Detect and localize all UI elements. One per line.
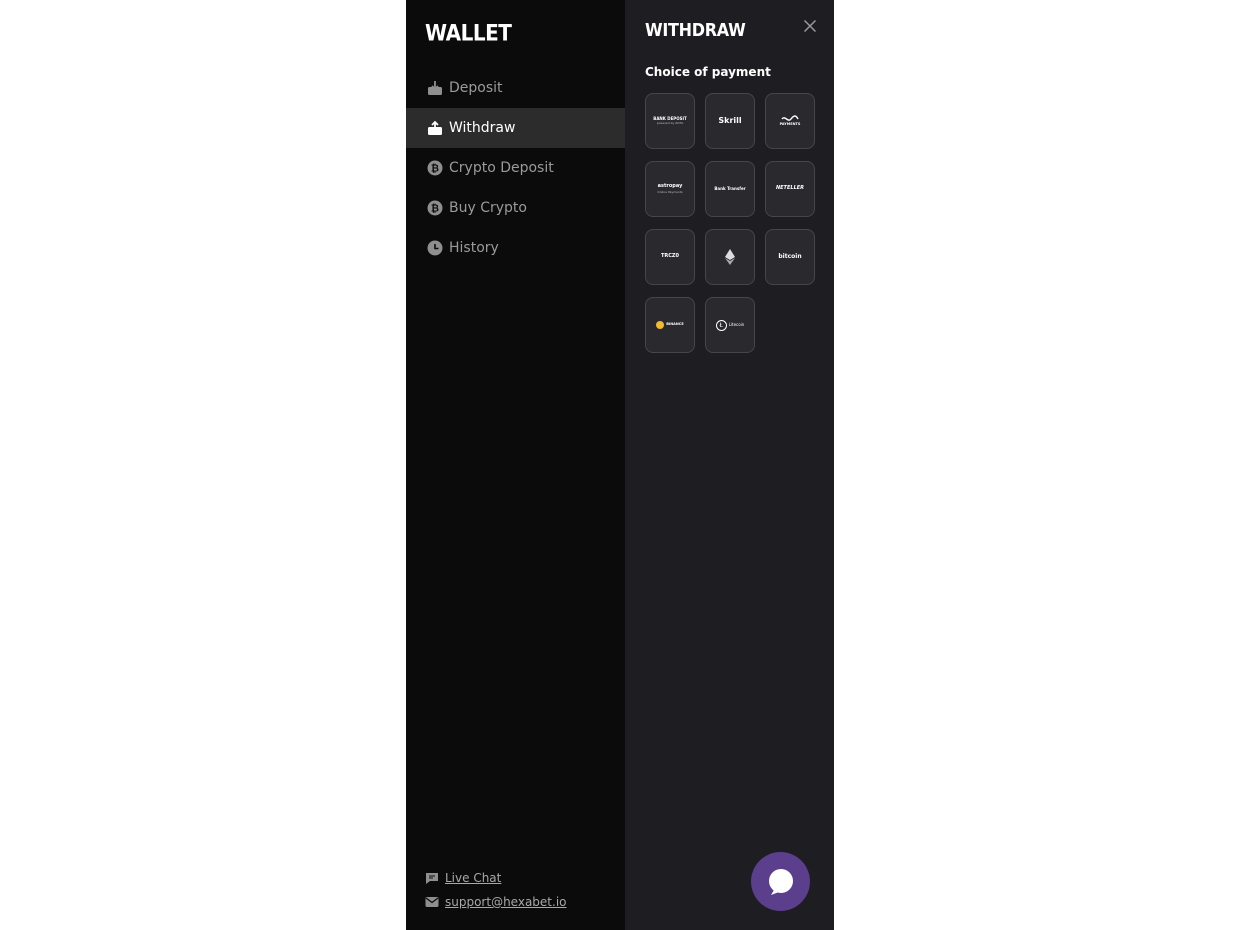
chat-icon	[768, 868, 793, 895]
svg-text:₿: ₿	[430, 163, 438, 175]
wallet-sidebar: WALLET Deposit Withdraw ₿ Crypto Deposit	[406, 0, 625, 930]
payment-method-astropay[interactable]: astropay Online Payments	[645, 161, 695, 217]
withdraw-icon	[426, 120, 443, 137]
payment-method-logo: NETELLER	[775, 185, 805, 192]
binance-coin-icon	[656, 321, 665, 329]
payment-method-neteller[interactable]: NETELLER	[765, 161, 815, 217]
payment-method-payments[interactable]: PAYMENTS	[765, 93, 815, 149]
sidebar-item-withdraw[interactable]: Withdraw	[406, 108, 625, 148]
payment-method-logo: Bank Transfer	[714, 185, 746, 191]
sidebar-item-crypto-deposit[interactable]: ₿ Crypto Deposit	[406, 148, 625, 188]
payment-method-logo: TRCZ0	[660, 253, 680, 260]
sidebar-item-label: Deposit	[449, 80, 503, 96]
page-title: WITHDRAW	[645, 19, 746, 41]
support-email-label: support@hexabet.io	[445, 895, 567, 909]
payment-method-logo: PAYMENTS	[779, 122, 801, 127]
payment-method-sub: powered by ZOTA	[656, 121, 684, 126]
payment-method-logo: Skrill	[718, 115, 742, 125]
payment-method-bitcoin[interactable]: bitcoin	[765, 229, 815, 285]
support-email-link[interactable]: support@hexabet.io	[425, 890, 567, 914]
chat-bubble-icon	[425, 871, 439, 885]
sidebar-item-label: Withdraw	[449, 120, 516, 136]
payment-method-bank-deposit[interactable]: BANK DEPOSIT powered by ZOTA	[645, 93, 695, 149]
sidebar-item-history[interactable]: History	[406, 228, 625, 268]
payment-method-logo: bitcoin	[778, 252, 802, 260]
support-links: Live Chat support@hexabet.io	[425, 866, 567, 914]
payment-method-logo: BINANCE	[666, 322, 684, 327]
withdraw-panel: WITHDRAW Choice of payment BANK DEPOSIT …	[625, 0, 834, 930]
litecoin-icon: Ł	[715, 319, 727, 331]
payment-method-bank-transfer[interactable]: Bank Transfer	[705, 161, 755, 217]
sidebar-item-deposit[interactable]: Deposit	[406, 68, 625, 108]
payment-method-sub: Online Payments	[657, 189, 683, 194]
sidebar-item-label: Buy Crypto	[449, 200, 527, 216]
live-chat-label: Live Chat	[445, 871, 502, 885]
sidebar-item-label: Crypto Deposit	[449, 160, 554, 176]
payment-method-logo: Litecoin	[728, 321, 745, 327]
wallet-menu: Deposit Withdraw ₿ Crypto Deposit ₿ Buy …	[406, 68, 625, 268]
ethereum-icon	[725, 249, 735, 265]
payment-method-trczo[interactable]: TRCZ0	[645, 229, 695, 285]
bitcoin-icon: ₿	[426, 200, 443, 217]
payment-method-litecoin[interactable]: Ł Litecoin	[705, 297, 755, 353]
binance-logo: BINANCE	[656, 321, 684, 329]
clock-icon	[426, 240, 443, 257]
sidebar-item-label: History	[449, 240, 499, 256]
sidebar-item-buy-crypto[interactable]: ₿ Buy Crypto	[406, 188, 625, 228]
payment-method-ethereum[interactable]	[705, 229, 755, 285]
bitcoin-icon: ₿	[426, 160, 443, 177]
payment-choice-heading: Choice of payment	[645, 65, 771, 79]
wallet-modal: WALLET Deposit Withdraw ₿ Crypto Deposit	[406, 0, 834, 930]
live-chat-link[interactable]: Live Chat	[425, 866, 567, 890]
payment-method-skrill[interactable]: Skrill	[705, 93, 755, 149]
svg-text:₿: ₿	[430, 203, 438, 215]
payment-method-binance[interactable]: BINANCE	[645, 297, 695, 353]
payment-methods-grid: BANK DEPOSIT powered by ZOTA Skrill PAYM…	[645, 93, 815, 353]
litecoin-logo: Ł Litecoin	[715, 319, 745, 331]
live-chat-button[interactable]	[751, 852, 810, 911]
wallet-title: WALLET	[425, 19, 512, 46]
close-icon[interactable]	[803, 18, 819, 34]
mail-icon	[425, 895, 439, 909]
deposit-icon	[426, 80, 443, 97]
